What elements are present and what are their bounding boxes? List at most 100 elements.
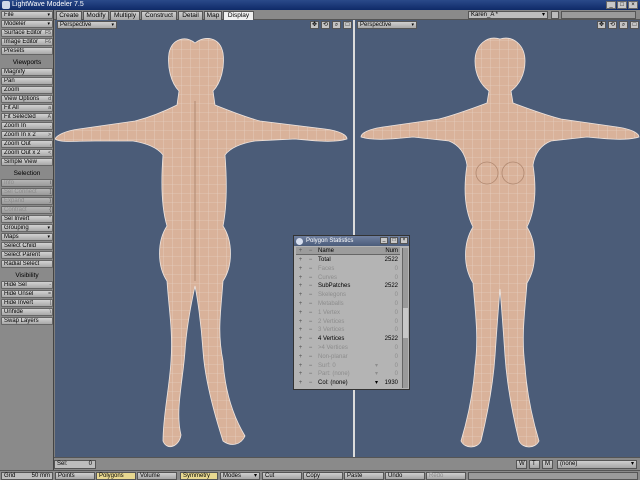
sidebar-item-zoom[interactable]: Zoom (1, 86, 53, 94)
move-view-icon[interactable]: ✥ (310, 21, 319, 29)
stats-row[interactable]: + − >4 Vertices 0 (296, 344, 400, 352)
symmetry-toggle[interactable]: Symmetry (180, 472, 218, 480)
stats-row[interactable]: + − Non-planar 0 (296, 353, 400, 361)
tab-construct[interactable]: Construct (141, 11, 177, 20)
sidebar-item-select-parent[interactable]: Select Parent (1, 251, 53, 259)
tab-modify[interactable]: Modify (83, 11, 109, 20)
close-button[interactable]: × (628, 1, 638, 9)
sidebar-item-hide-sel[interactable]: Hide Sel - (1, 281, 53, 289)
sidebar-item-presets[interactable]: Presets (1, 47, 53, 55)
sidebar-item-unhide[interactable]: Unhide \ (1, 308, 53, 316)
remove-selection-icon[interactable]: − (306, 344, 315, 352)
stats-row[interactable]: + − Skelegons 0 (296, 291, 400, 299)
tab-map[interactable]: Map (204, 11, 222, 20)
polygons-mode-button[interactable]: Polygons (96, 472, 136, 480)
scrollbar-thumb[interactable] (403, 308, 408, 338)
volume-mode-button[interactable]: Volume (137, 472, 177, 480)
cut-button[interactable]: Cut (262, 472, 302, 480)
add-selection-icon[interactable]: + (296, 300, 305, 308)
chevron-down-icon[interactable]: ▾ (375, 362, 378, 370)
move-view-icon[interactable]: ✥ (597, 21, 606, 29)
remove-selection-icon[interactable]: − (306, 300, 315, 308)
remove-selection-icon[interactable]: − (306, 291, 315, 299)
zoom-view-icon[interactable]: ⌕ (619, 21, 628, 29)
add-selection-icon[interactable]: + (296, 379, 305, 387)
sidebar-item-radial-select[interactable]: Radial Select (1, 260, 53, 268)
sidebar-item-fit-selected[interactable]: Fit Selected A (1, 113, 53, 121)
modes-menu[interactable]: Modes ▾ (220, 472, 260, 480)
sidebar-item-expand[interactable]: Expand} (1, 197, 53, 205)
tab-detail[interactable]: Detail (178, 11, 203, 20)
add-selection-icon[interactable]: + (296, 265, 305, 273)
remove-selection-icon[interactable]: − (306, 274, 315, 282)
sidebar-item-zoom-in[interactable]: Zoom In. (1, 122, 53, 130)
minimize-icon[interactable]: _ (380, 237, 388, 244)
add-selection-icon[interactable]: + (296, 326, 305, 334)
remove-selection-icon[interactable]: − (306, 353, 315, 361)
points-mode-button[interactable]: Points (55, 472, 95, 480)
redo-button[interactable]: Redo (426, 472, 466, 480)
remove-selection-icon[interactable]: − (306, 256, 315, 264)
polygon-statistics-panel[interactable]: Polygon Statistics _ □ × + − Name Num + −… (293, 235, 410, 390)
maximize-button[interactable]: □ (617, 1, 627, 9)
add-selection-icon[interactable]: + (296, 344, 305, 352)
add-selection-icon[interactable]: + (296, 291, 305, 299)
add-selection-icon[interactable]: + (296, 282, 305, 290)
sidebar-item-simple-view[interactable]: Simple View (1, 158, 53, 166)
sidebar-item-modeler[interactable]: Modeler ▾ (1, 20, 53, 28)
layer-toggle-icon[interactable] (551, 11, 559, 19)
stats-row[interactable]: + − Total 2522 (296, 256, 400, 264)
sidebar-item-grouping[interactable]: Grouping ▾ (1, 224, 53, 232)
sidebar-item-view-options[interactable]: View Options d (1, 95, 53, 103)
copy-button[interactable]: Copy (303, 472, 343, 480)
remove-selection-icon[interactable]: − (306, 335, 315, 343)
stats-row[interactable]: + − Faces 0 (296, 265, 400, 273)
sidebar-item-fit-all[interactable]: Fit All a (1, 104, 53, 112)
remove-selection-icon[interactable]: − (306, 370, 315, 378)
sidebar-item-zoom-out[interactable]: Zoom Out, (1, 140, 53, 148)
sidebar-item-surface-editor[interactable]: Surface Editor F5 (1, 29, 53, 37)
add-selection-icon[interactable]: + (296, 335, 305, 343)
sidebar-item-hide-invert[interactable]: Hide Invert | (1, 299, 53, 307)
chevron-down-icon[interactable]: ▾ (375, 379, 378, 387)
add-selection-icon[interactable]: + (296, 309, 305, 317)
remove-selection-icon[interactable]: − (306, 318, 315, 326)
maximize-viewport-icon[interactable]: □ (343, 21, 352, 29)
rotate-view-icon[interactable]: ⟲ (608, 21, 617, 29)
remove-selection-icon[interactable]: − (306, 326, 315, 334)
stats-row[interactable]: + −2 Vertices 0 (296, 318, 400, 326)
sidebar-item-magnify[interactable]: Magnify (1, 68, 53, 76)
stats-row[interactable]: + − Col: (none) ▾ 1930 (296, 379, 400, 387)
stats-row[interactable]: + −1 Vertex 0 (296, 309, 400, 317)
add-selection-icon[interactable]: + (296, 370, 305, 378)
object-selector[interactable]: Karen_A * ▾ (468, 11, 548, 19)
add-selection-icon[interactable]: + (296, 318, 305, 326)
sidebar-item-image-editor[interactable]: Image Editor F6 (1, 38, 53, 46)
tab-create[interactable]: Create (56, 11, 82, 20)
sidebar-item-zoom-out-x-2[interactable]: Zoom Out x 2 < (1, 149, 53, 157)
close-icon[interactable]: × (400, 237, 408, 244)
sidebar-item-pan[interactable]: Pan (1, 77, 53, 85)
vertex-map-selector[interactable]: (none) ▾ (557, 460, 637, 469)
stats-row[interactable]: + − SubPatches 2522 (296, 282, 400, 290)
sidebar-item-zoom-in-x-2[interactable]: Zoom In x 2 > (1, 131, 53, 139)
rotate-view-icon[interactable]: ⟲ (321, 21, 330, 29)
tab-multiply[interactable]: Multiply (110, 11, 140, 20)
add-selection-icon[interactable]: + (296, 274, 305, 282)
sidebar-item-maps[interactable]: Maps ▾ (1, 233, 53, 241)
remove-selection-icon[interactable]: − (306, 265, 315, 273)
stats-row[interactable]: + −3 Vertices 0 (296, 326, 400, 334)
undo-button[interactable]: Undo (385, 472, 425, 480)
remove-selection-icon[interactable]: − (306, 379, 315, 387)
wtm-m-button[interactable]: M (542, 460, 553, 469)
stats-row[interactable]: + −4 Vertices 2522 (296, 335, 400, 343)
sidebar-item-sel-invert[interactable]: Sel Invert " (1, 215, 53, 223)
remove-selection-icon[interactable]: − (306, 282, 315, 290)
add-selection-icon[interactable]: + (296, 362, 305, 370)
paste-button[interactable]: Paste (344, 472, 384, 480)
sidebar-item-info[interactable]: Info i (1, 179, 53, 187)
maximize-icon[interactable]: □ (390, 237, 398, 244)
wtm-w-button[interactable]: W (516, 460, 527, 469)
add-selection-icon[interactable]: + (296, 256, 305, 264)
scrollbar[interactable] (402, 248, 408, 388)
